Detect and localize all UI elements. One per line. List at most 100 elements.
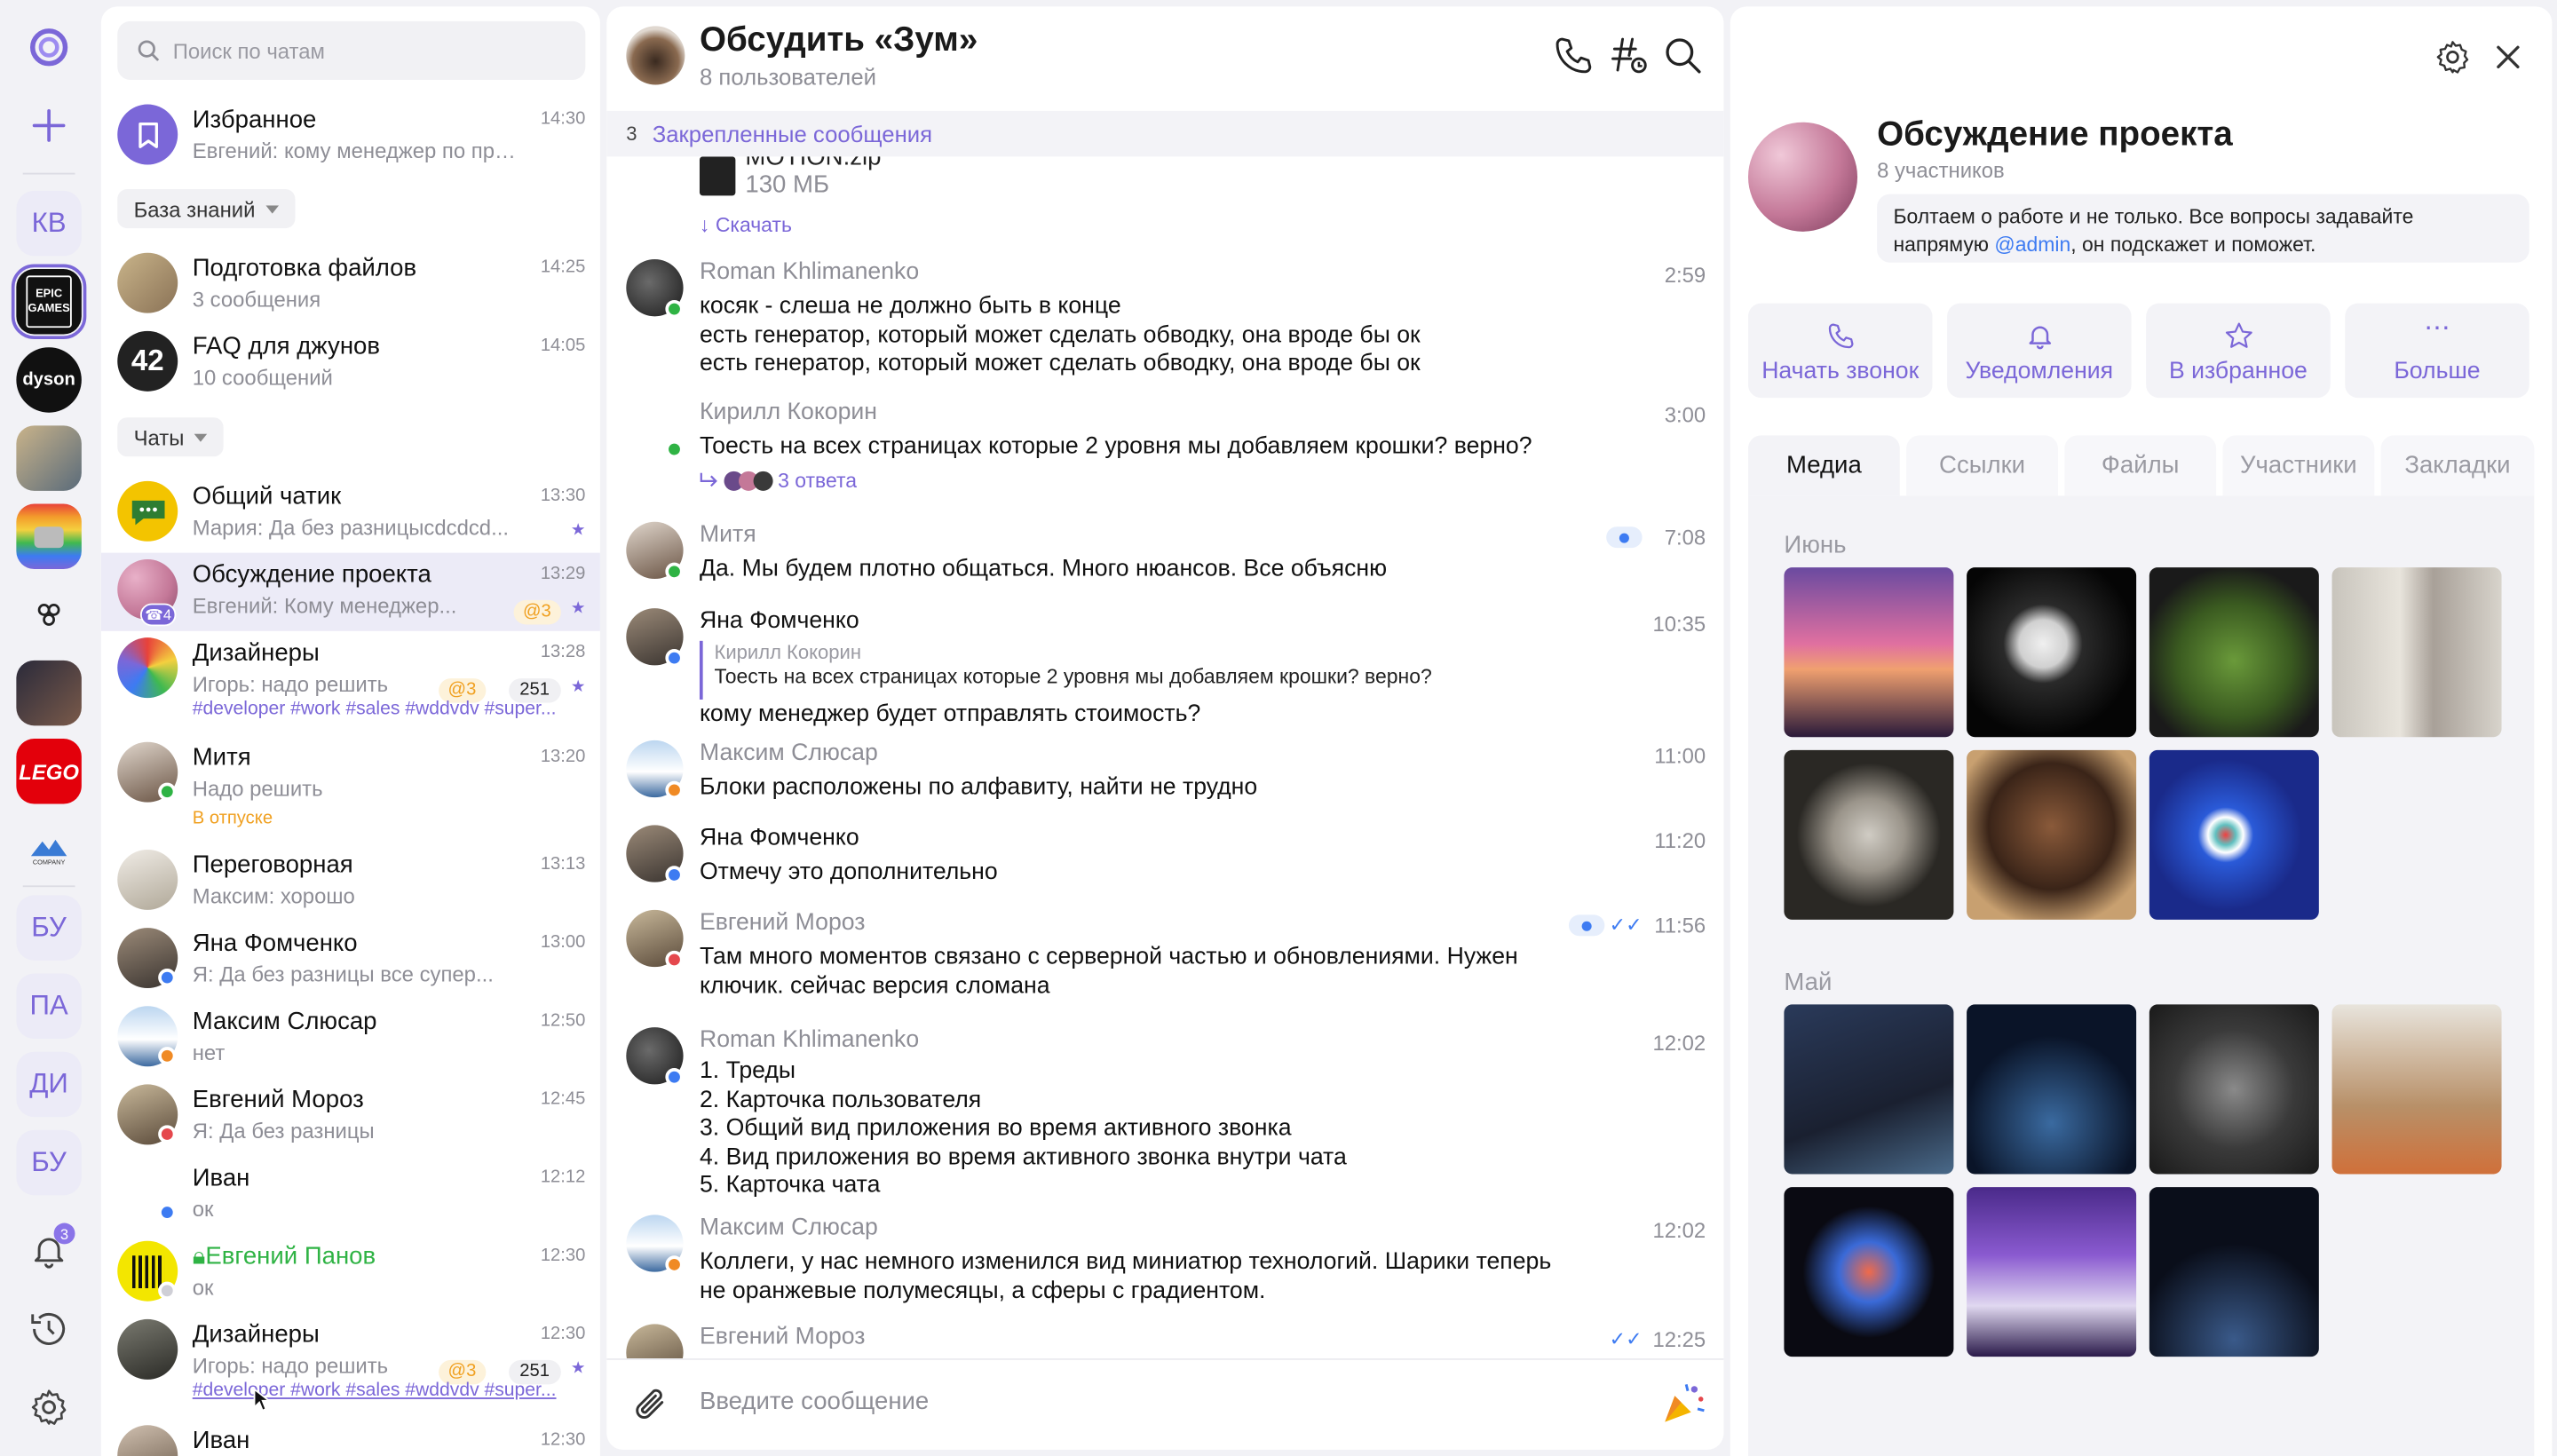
message-author[interactable]: Максим Слюсар — [700, 740, 878, 766]
emoji-button[interactable] — [1658, 1380, 1707, 1436]
workspace-cat-2[interactable] — [16, 660, 82, 726]
workspace-nyan[interactable] — [16, 503, 82, 570]
media-thumbnail[interactable] — [1967, 567, 2137, 738]
media-thumbnail[interactable] — [1784, 1187, 1954, 1357]
chat-item[interactable]: Дизайнеры Игорь: надо решить 13:28 @3 25… — [101, 631, 600, 736]
workspace-bu-2[interactable]: БУ — [16, 1129, 82, 1196]
message-author[interactable]: Евгений Мороз — [700, 1324, 866, 1349]
message-author[interactable]: Максим Слюсар — [700, 1215, 878, 1240]
status-dot — [158, 1281, 177, 1300]
chat-item-kb-files[interactable]: Подготовка файлов 3 сообщения 14:25 — [101, 246, 600, 324]
pinned-messages-bar[interactable]: 3 Закрепленные сообщения — [606, 110, 1724, 157]
chat-item[interactable]: Яна Фомченко Я: Да без разницы все супер… — [101, 922, 600, 1000]
workspace-lego[interactable]: LEGO — [16, 739, 82, 804]
chat-search[interactable] — [117, 20, 586, 81]
chat-item[interactable]: Дизайнеры Игорь: надо решить 12:30 @3 25… — [101, 1313, 600, 1418]
media-thumbnail[interactable] — [1784, 749, 1954, 920]
file-size: 130 МБ — [745, 170, 830, 200]
thread-replies[interactable]: 3 ответа — [700, 468, 857, 494]
call-button[interactable] — [1553, 35, 1595, 77]
group-avatar[interactable] — [1747, 122, 1858, 232]
attach-button[interactable] — [631, 1384, 674, 1435]
chat-item[interactable]: Митя Надо решить 13:20 В отпуске — [101, 735, 600, 840]
notifications-button[interactable]: 3 — [16, 1218, 81, 1283]
media-thumbnail[interactable] — [2149, 1004, 2319, 1175]
history-button[interactable] — [16, 1296, 81, 1361]
message-author[interactable]: Яна Фомченко — [700, 608, 859, 634]
chat-item[interactable]: Максим Слюсар нет 12:50 — [101, 1000, 600, 1078]
chat-item[interactable]: Иван 12:30 — [101, 1419, 600, 1456]
chat-item-favorites[interactable]: Избранное Евгений: кому менеджер по про.… — [101, 98, 600, 176]
workspace-community[interactable] — [16, 582, 81, 647]
chat-item-kb-faq[interactable]: 42 FAQ для джунов 10 сообщений 14:05 — [101, 325, 600, 403]
tab-media[interactable]: Медиа — [1747, 435, 1900, 496]
group-members-count[interactable]: 8 участников — [1877, 158, 2005, 183]
start-call-button[interactable]: Начать звонок — [1747, 303, 1933, 399]
message-author[interactable]: Roman Khlimanenko — [700, 259, 919, 285]
threads-button[interactable] — [1608, 35, 1651, 77]
chat-item[interactable]: Общий чатик Мария: Да без разницысdcdcd.… — [101, 474, 600, 552]
admin-mention-link[interactable]: @admin — [1994, 233, 2070, 257]
panel-settings-button[interactable] — [2433, 37, 2472, 84]
workspace-cat-1[interactable] — [16, 425, 82, 491]
message-author[interactable]: Евгений Мороз — [700, 910, 866, 936]
media-thumbnail[interactable] — [2149, 749, 2319, 920]
message-author[interactable]: Roman Khlimanenko — [700, 1027, 919, 1053]
add-workspace-button[interactable] — [16, 93, 81, 158]
app-logo-icon[interactable] — [16, 15, 81, 80]
message-author[interactable]: Яна Фомченко — [700, 825, 859, 851]
notifications-badge: 3 — [53, 1223, 75, 1245]
section-label: Чаты — [133, 424, 185, 450]
close-panel-button[interactable] — [2492, 41, 2525, 82]
media-thumbnail[interactable] — [2149, 567, 2319, 738]
settings-button[interactable] — [16, 1374, 81, 1439]
media-thumbnail[interactable] — [1784, 567, 1954, 738]
search-in-chat-button[interactable] — [1662, 35, 1705, 77]
chat-preview: нет — [192, 1040, 226, 1065]
tab-bookmarks[interactable]: Закладки — [2380, 435, 2535, 496]
media-thumbnail[interactable] — [1784, 1004, 1954, 1175]
media-thumbnail[interactable] — [2331, 567, 2502, 738]
workspace-dyson[interactable]: dyson — [16, 347, 82, 413]
chat-item[interactable]: Иван ок 12:12 — [101, 1156, 600, 1234]
chat-item[interactable]: 🔒︎Евгений Панов ок 12:30 — [101, 1234, 600, 1312]
media-thumbnail[interactable] — [2331, 1004, 2502, 1175]
notifications-settings-button[interactable]: Уведомления — [1947, 303, 2132, 399]
add-to-favorites-button[interactable]: В избранное — [2146, 303, 2331, 399]
conversation-members-count[interactable]: 8 пользователей — [700, 64, 876, 90]
more-actions-button[interactable]: ⋯ Больше — [2345, 303, 2529, 399]
chat-item[interactable]: Евгений Мороз Я: Да без разницы 12:45 — [101, 1078, 600, 1156]
media-thumbnail[interactable] — [1967, 1187, 2137, 1357]
chat-item[interactable]: Переговорная Максим: хорошо 13:13 — [101, 843, 600, 922]
search-input[interactable] — [172, 38, 581, 63]
history-icon — [31, 1313, 66, 1345]
message-input[interactable] — [699, 1388, 1613, 1416]
workspace-di[interactable]: ДИ — [16, 1051, 82, 1118]
workspace-pa[interactable]: ПА — [16, 973, 82, 1039]
media-thumbnail[interactable] — [1967, 1004, 2137, 1175]
tab-files[interactable]: Файлы — [2064, 435, 2217, 496]
workspace-kv[interactable]: КВ — [16, 190, 82, 257]
quoted-message[interactable]: Кирилл Кокорин Тоесть на всех страницах … — [699, 640, 1613, 700]
media-thumbnail[interactable] — [1967, 749, 2137, 920]
eye-icon — [1606, 526, 1643, 549]
message-author[interactable]: Митя — [700, 522, 756, 548]
message-time: 11:00 — [1654, 743, 1706, 769]
section-chats[interactable]: Чаты — [117, 417, 224, 457]
workspace-company[interactable]: COMPANY — [16, 817, 81, 882]
message-author[interactable]: Кирилл Кокорин — [700, 400, 877, 425]
tab-members[interactable]: Участники — [2222, 435, 2375, 496]
workspace-bu-1[interactable]: БУ — [16, 895, 82, 961]
chat-tags[interactable]: #developer #work #sales #wddvdv #super..… — [193, 1381, 557, 1401]
chat-item-selected[interactable]: ☎ 4 Обсуждение проекта Евгений: Кому мене… — [100, 552, 600, 631]
workspace-epic-games[interactable]: EPIC GAMES — [11, 264, 87, 340]
conversation-avatar[interactable] — [626, 26, 685, 85]
message-list[interactable]: MOTION.zip 130 МБ ↓ Скачать Roman Khlima… — [606, 156, 1723, 1358]
download-link[interactable]: ↓ Скачать — [700, 214, 792, 237]
avatar[interactable] — [626, 1324, 684, 1358]
media-thumbnail[interactable] — [2149, 1187, 2319, 1357]
chat-name: Иван — [192, 1427, 250, 1455]
section-knowledge-base[interactable]: База знаний — [117, 189, 295, 229]
tab-links[interactable]: Ссылки — [1906, 435, 2058, 496]
chat-name: Дизайнеры — [192, 639, 320, 668]
